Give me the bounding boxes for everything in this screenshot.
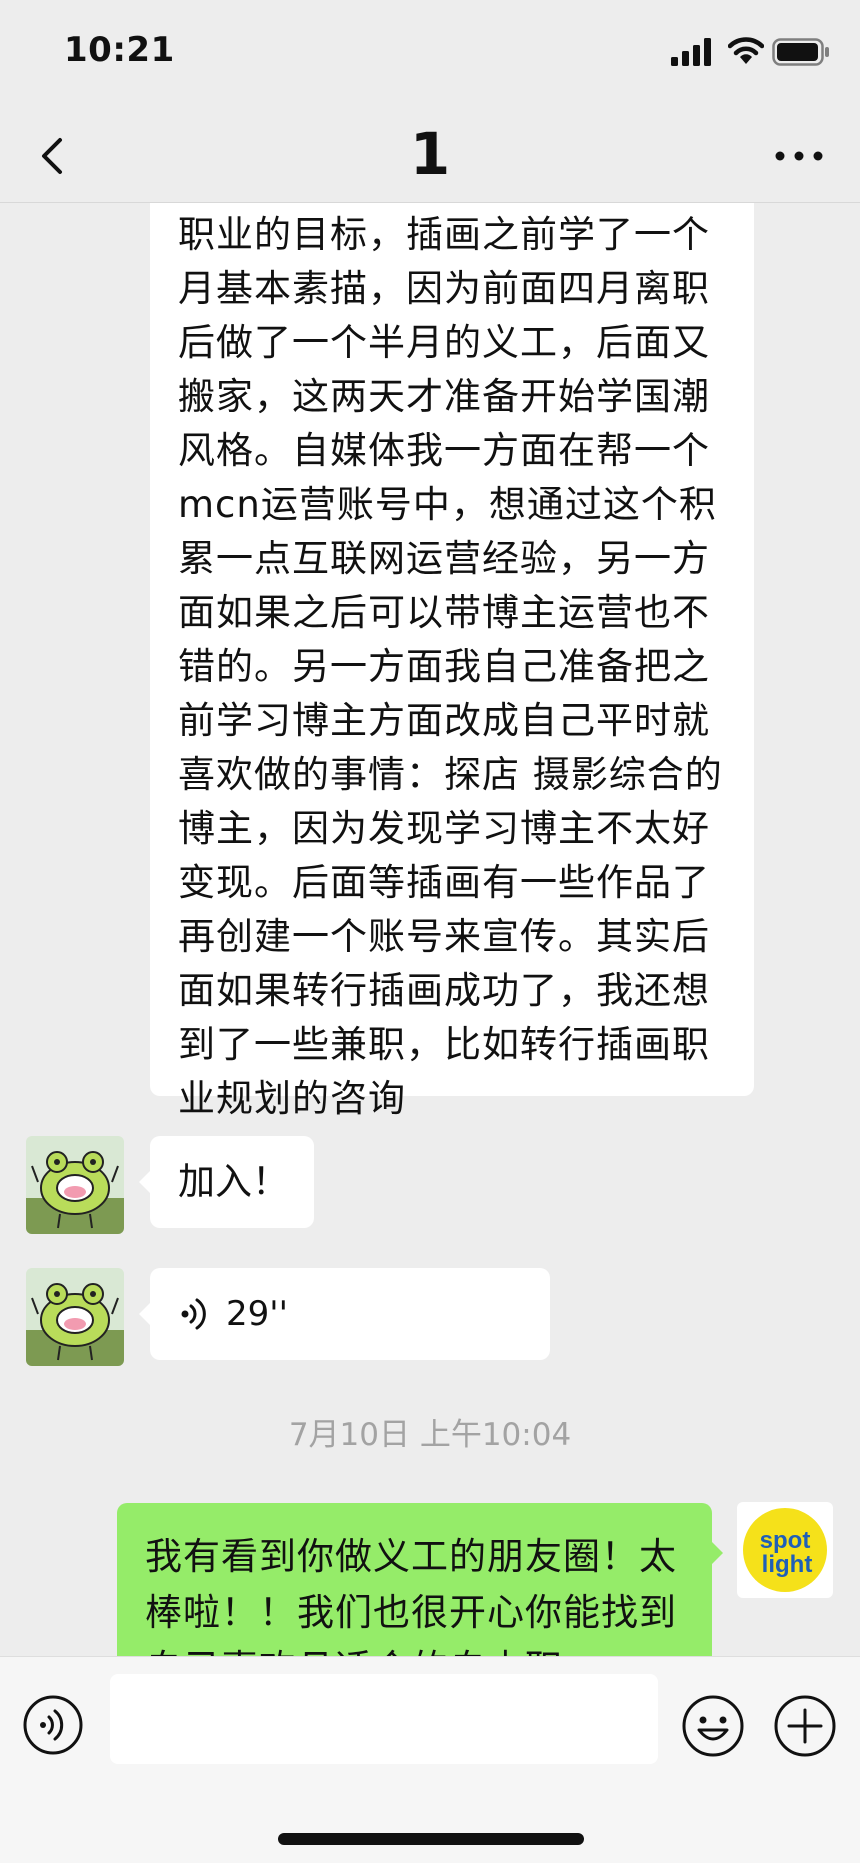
voice-mode-icon[interactable]: [22, 1694, 84, 1756]
bubble-tail: [712, 1542, 723, 1564]
svg-text:light: light: [762, 1551, 813, 1578]
home-indicator: [278, 1833, 584, 1845]
voice-duration: 29'': [226, 1294, 288, 1334]
message-list[interactable]: 职业的目标，插画之前学了一个月基本素描，因为前面四月离职后做了一个半月的义工，后…: [0, 203, 860, 1656]
message-text: 加入！: [178, 1160, 289, 1203]
cellular-signal-icon: [671, 38, 711, 66]
message-text: 我有看到你做义工的朋友圈！太棒啦！！我们也很开心你能找到自己喜欢且适合的自由职: [145, 1535, 677, 1656]
incoming-message-bubble[interactable]: 职业的目标，插画之前学了一个月基本素描，因为前面四月离职后做了一个半月的义工，后…: [150, 203, 754, 1120]
status-bar: 10:21: [0, 0, 860, 110]
svg-text:spot: spot: [760, 1527, 811, 1554]
bubble-tail: [139, 1171, 150, 1193]
emoji-icon[interactable]: [681, 1694, 745, 1758]
bubble-tail: [139, 1303, 150, 1325]
self-avatar[interactable]: spot light: [737, 1502, 833, 1598]
contact-avatar[interactable]: [26, 1136, 124, 1234]
contact-avatar[interactable]: [26, 1268, 124, 1366]
wifi-icon: [728, 37, 764, 64]
frog-avatar-image: [26, 1268, 124, 1366]
voice-message-bubble[interactable]: 29'': [150, 1268, 550, 1360]
status-time: 10:21: [64, 30, 175, 70]
message-timestamp: 7月10日 上午10:04: [288, 1417, 572, 1453]
frog-avatar-image: [26, 1136, 124, 1234]
chat-title: 1: [409, 120, 451, 188]
battery-icon: [772, 38, 829, 66]
chat-header: 1: [0, 110, 860, 203]
message-input[interactable]: [110, 1674, 658, 1764]
voice-playback-icon: [181, 1298, 206, 1330]
message-text: 职业的目标，插画之前学了一个月基本素描，因为前面四月离职后做了一个半月的义工，后…: [178, 213, 723, 1120]
incoming-message-bubble[interactable]: 加入！: [150, 1136, 314, 1228]
more-horizontal-icon[interactable]: [772, 134, 826, 178]
plus-icon[interactable]: [773, 1694, 837, 1758]
spotlight-logo: spot light: [743, 1508, 827, 1592]
input-bar: [0, 1656, 860, 1863]
outgoing-message-bubble[interactable]: 我有看到你做义工的朋友圈！太棒啦！！我们也很开心你能找到自己喜欢且适合的自由职: [117, 1503, 712, 1656]
